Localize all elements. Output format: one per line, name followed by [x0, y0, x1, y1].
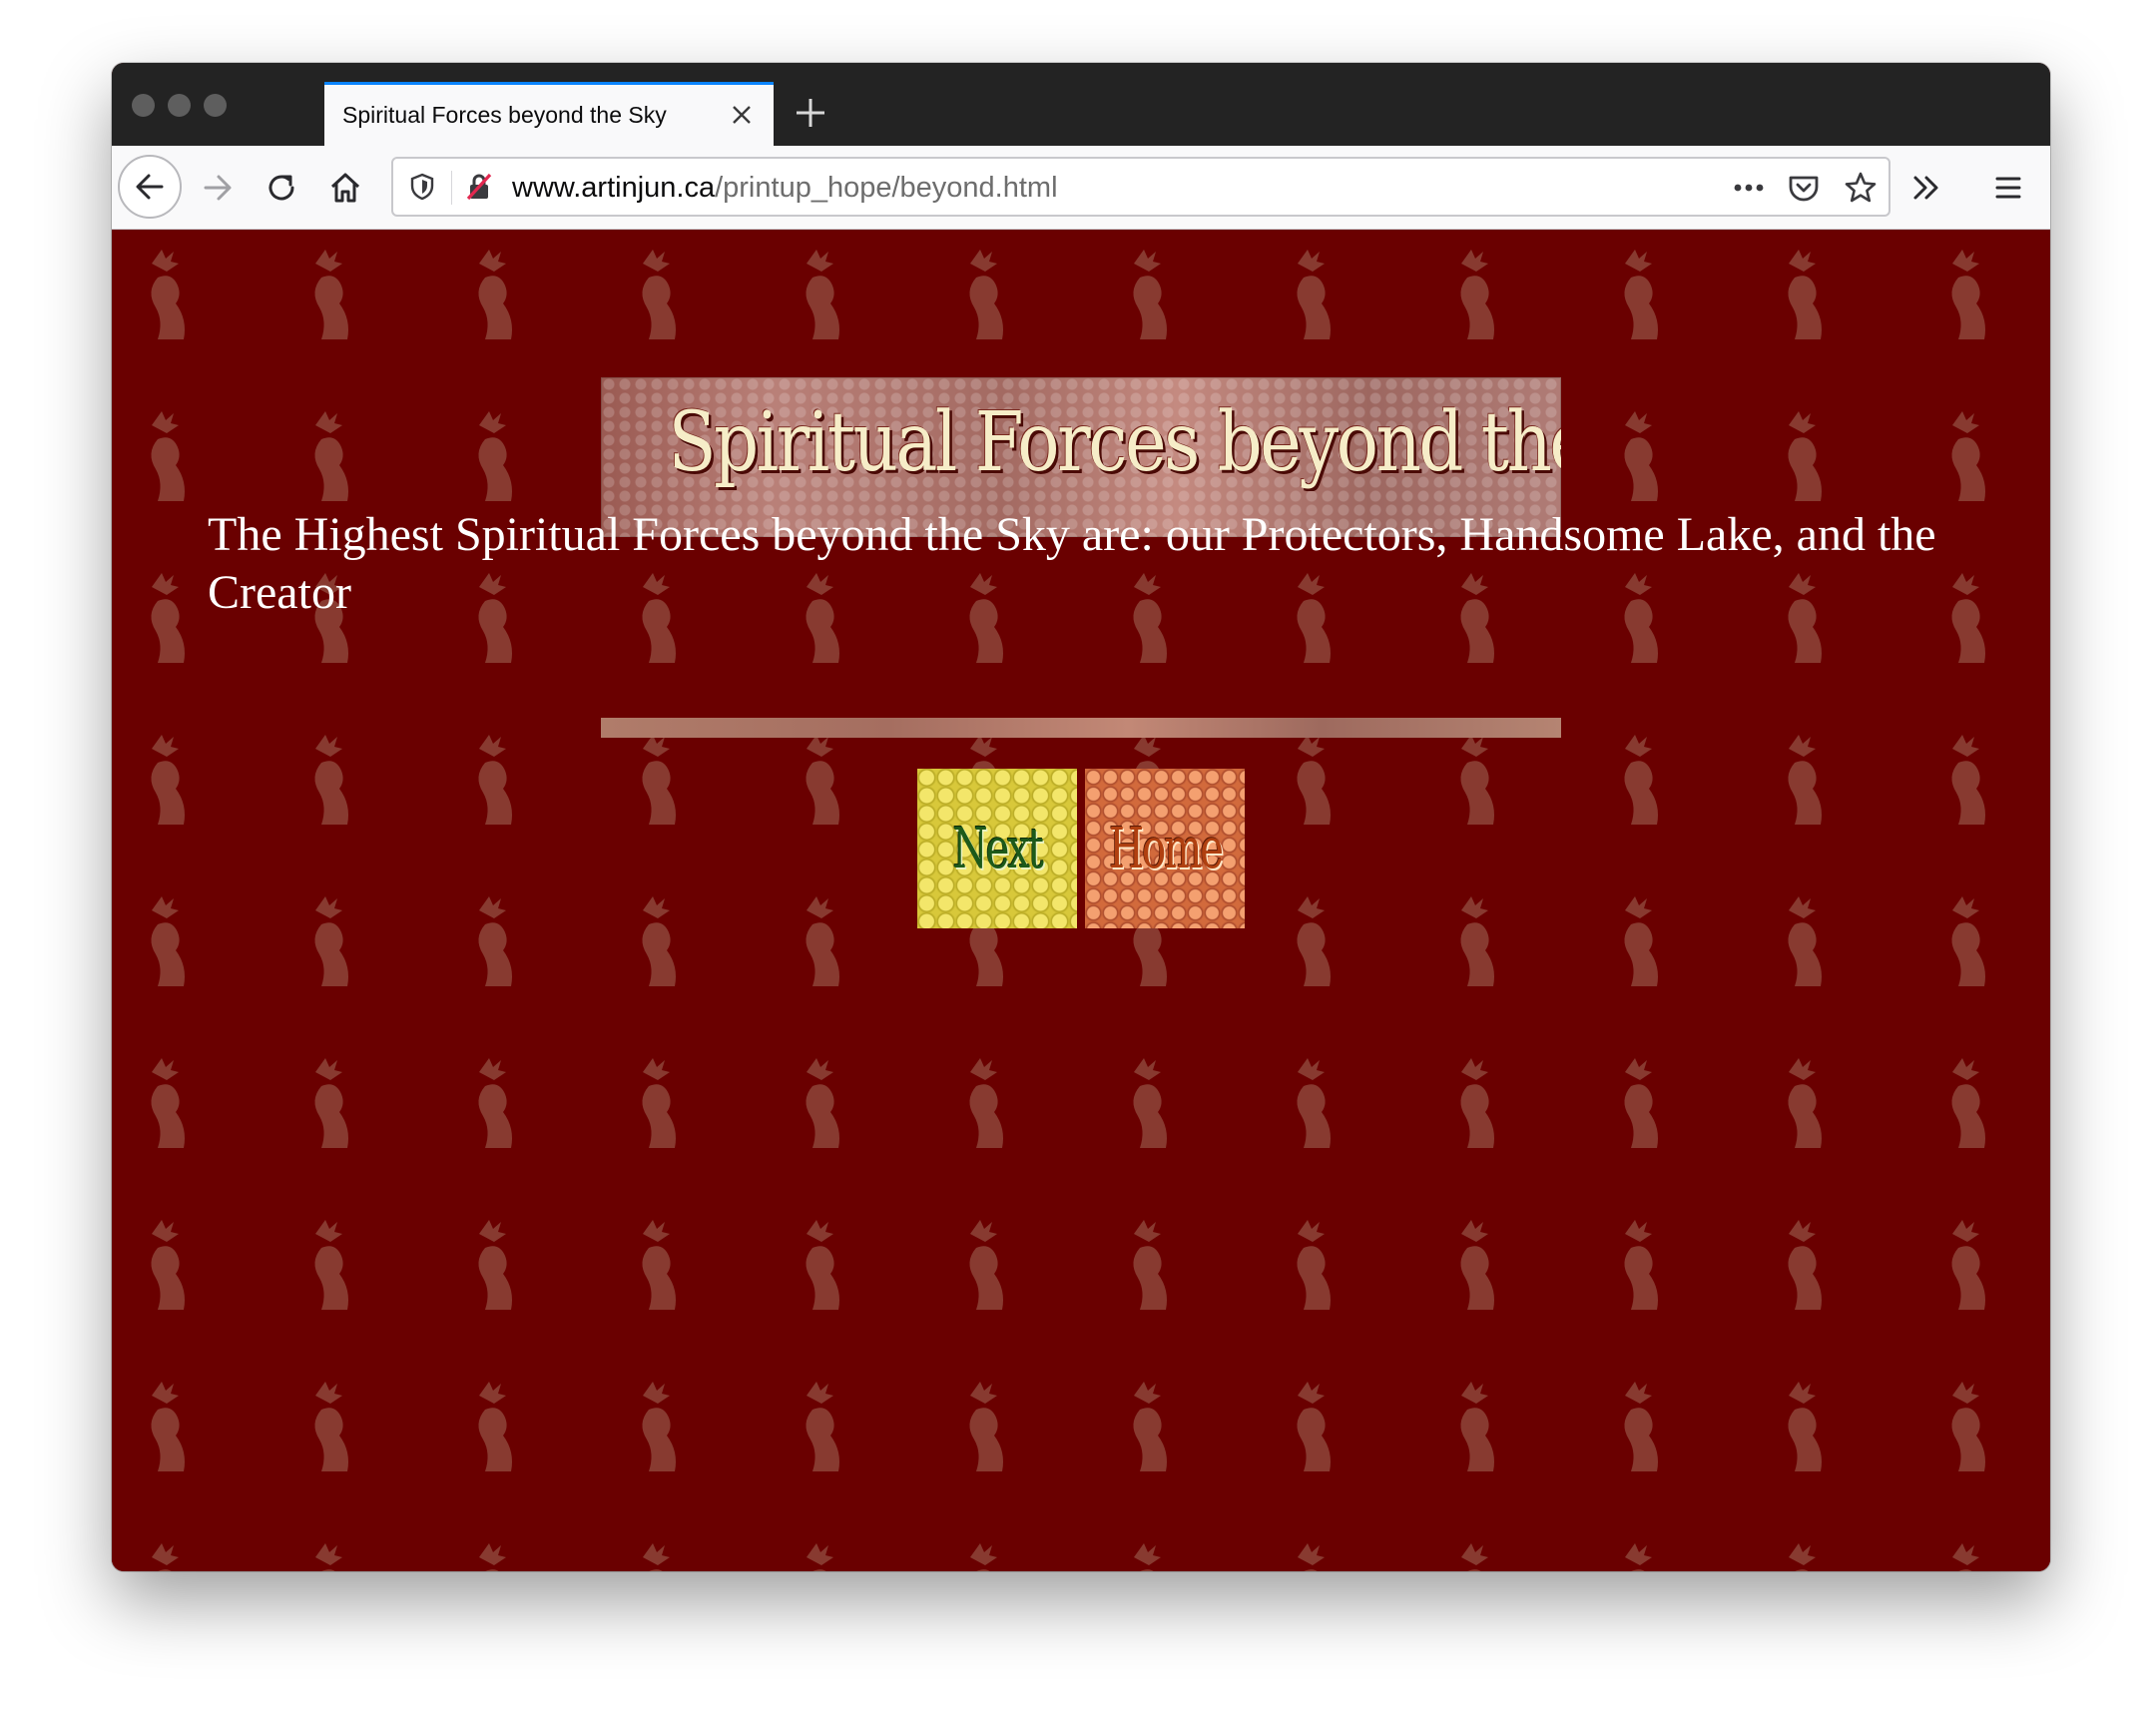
reload-icon[interactable] [258, 164, 305, 212]
banner-text: Spiritual Forces beyond the Sky [668, 395, 1561, 490]
window-zoom-dot[interactable] [204, 94, 227, 117]
url-domain: www.artinjun.ca [512, 172, 716, 204]
url-separator [451, 171, 452, 205]
pocket-icon[interactable] [1787, 171, 1821, 210]
next-label: Next [952, 816, 1044, 881]
plus-icon[interactable] [791, 93, 830, 133]
next-button[interactable]: Next [917, 769, 1077, 928]
overflow-chevron-icon[interactable] [1902, 164, 1950, 212]
active-tab[interactable]: Spiritual Forces beyond the Sky [324, 82, 774, 146]
hamburger-menu-icon[interactable] [1984, 164, 2032, 212]
shield-icon[interactable] [407, 172, 437, 207]
navigation-bar: www.artinjun.ca/printup_hope/beyond.html [112, 146, 2050, 230]
url-path: /printup_hope/beyond.html [715, 172, 1058, 204]
more-actions-icon[interactable] [1731, 173, 1767, 208]
main-heading-text: The Highest Spiritual Forces beyond the … [208, 508, 1936, 619]
tab-strip: Spiritual Forces beyond the Sky [112, 63, 2050, 146]
window-minimize-dot[interactable] [168, 94, 191, 117]
decorative-divider-bar [601, 718, 1561, 738]
forward-arrow-icon[interactable] [194, 164, 242, 212]
page-content: Spiritual Forces beyond the Sky The High… [112, 230, 2050, 1571]
address-bar[interactable]: www.artinjun.ca/printup_hope/beyond.html [391, 157, 1890, 217]
close-icon[interactable] [726, 99, 758, 131]
url-text[interactable]: www.artinjun.ca/printup_hope/beyond.html [512, 172, 1058, 205]
insecure-lock-icon[interactable] [463, 171, 495, 208]
back-arrow-icon[interactable] [118, 155, 182, 219]
tab-title: Spiritual Forces beyond the Sky [342, 102, 667, 128]
bookmark-star-icon[interactable] [1843, 170, 1879, 211]
window-close-dot[interactable] [132, 94, 155, 117]
home-icon[interactable] [321, 164, 369, 212]
home-button[interactable]: Home [1085, 769, 1245, 928]
browser-window: Spiritual Forces beyond the Sky www.arti… [112, 63, 2050, 1571]
home-label: Home [1108, 816, 1224, 881]
